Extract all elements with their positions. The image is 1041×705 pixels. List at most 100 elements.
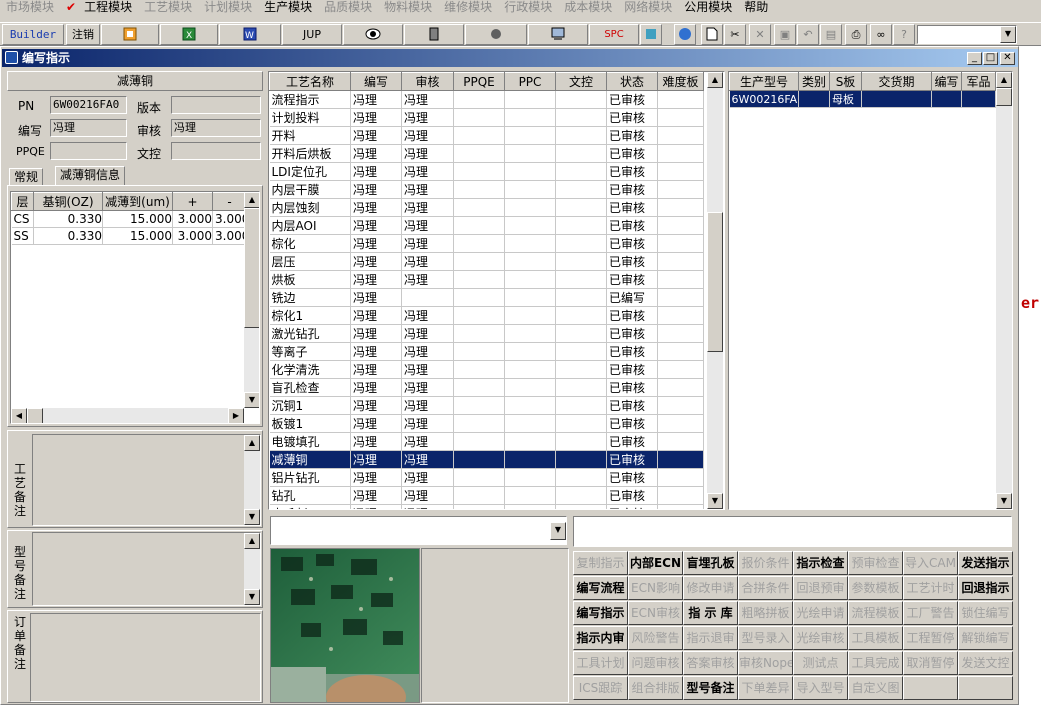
database-button[interactable] xyxy=(404,24,464,45)
table-row[interactable]: 开料 冯理 冯理 已审核 xyxy=(269,126,704,145)
excel-button[interactable]: X xyxy=(160,24,218,45)
maximize-button[interactable]: □ xyxy=(983,52,998,65)
jup-button[interactable]: JUP xyxy=(282,24,342,45)
table-row[interactable]: 棕化 冯理 冯理 已审核 xyxy=(269,234,704,253)
action-button[interactable]: 发送指示 xyxy=(958,551,1013,575)
menu-item[interactable]: 工艺模块 xyxy=(138,1,198,13)
order-remark-field[interactable] xyxy=(30,613,261,702)
menu-item[interactable]: 物料模块 xyxy=(378,1,438,13)
minimize-button[interactable]: _ xyxy=(967,52,982,65)
action-button[interactable]: 复制指示 xyxy=(573,551,628,575)
table-row[interactable]: 内层干膜 冯理 冯理 已审核 xyxy=(269,180,704,199)
table-row[interactable]: 盲孔检查 冯理 冯理 已审核 xyxy=(269,378,704,397)
action-button[interactable]: 修改申请 xyxy=(683,576,738,600)
action-button[interactable]: 工具计划 xyxy=(573,651,628,675)
scroll-down-icon[interactable]: ▼ xyxy=(996,493,1012,509)
delete-button[interactable]: ✕ xyxy=(749,24,771,45)
table-row[interactable]: 内层AOI 冯理 冯理 已审核 xyxy=(269,216,704,235)
column-header[interactable]: 交货期 xyxy=(861,72,932,91)
action-button[interactable]: ECN审核 xyxy=(628,601,683,625)
tab-thin-copper-info[interactable]: 减薄铜信息 xyxy=(55,166,126,186)
action-button[interactable]: 工程暂停 xyxy=(903,626,958,650)
action-button[interactable]: 测试点 xyxy=(793,651,848,675)
action-button[interactable]: 组合排版 xyxy=(628,676,683,700)
view-button[interactable] xyxy=(343,24,403,45)
action-button[interactable]: 内部ECN xyxy=(628,551,683,575)
column-header[interactable]: 层 xyxy=(11,192,34,211)
table-row[interactable]: 板镀1 冯理 冯理 已审核 xyxy=(269,414,704,433)
action-button[interactable]: 工厂警告 xyxy=(903,601,958,625)
column-header[interactable]: 军品 xyxy=(961,72,996,91)
version-field[interactable] xyxy=(171,96,261,114)
action-button[interactable] xyxy=(903,676,958,700)
action-button[interactable]: 指示退审 xyxy=(683,626,738,650)
action-button[interactable]: 取消暂停 xyxy=(903,651,958,675)
action-button[interactable]: 答案审核 xyxy=(683,651,738,675)
table-row[interactable]: 烘板 冯理 冯理 已审核 xyxy=(269,270,704,289)
action-button[interactable]: 盲埋孔板 xyxy=(683,551,738,575)
table-row[interactable]: 沉铜1 冯理 冯理 已审核 xyxy=(269,396,704,415)
menu-item[interactable]: 成本模块 xyxy=(558,1,618,13)
toolbar-dropdown[interactable]: ▼ xyxy=(917,25,1017,44)
action-button[interactable]: 锁住编写 xyxy=(958,601,1013,625)
action-button[interactable]: 回退预审 xyxy=(793,576,848,600)
table-row[interactable]: 减薄铜 冯理 冯理 已审核 xyxy=(269,450,704,469)
ppqe-field[interactable] xyxy=(50,142,127,160)
table-row[interactable]: 电镀填孔 冯理 冯理 已审核 xyxy=(269,432,704,451)
action-button[interactable]: 流程模板 xyxy=(848,601,903,625)
scroll-up-icon[interactable]: ▲ xyxy=(244,192,259,208)
new-button[interactable] xyxy=(701,24,723,45)
action-button[interactable]: 型号备注 xyxy=(683,676,738,700)
product-grid-scrollbar[interactable]: ▲ ▼ xyxy=(996,72,1012,509)
action-button[interactable]: 型号录入 xyxy=(738,626,793,650)
builder-button[interactable]: Builder xyxy=(2,24,64,45)
column-header[interactable]: 状态 xyxy=(606,72,658,91)
column-header[interactable]: 编写 xyxy=(931,72,962,91)
find-button[interactable]: ∞ xyxy=(870,24,892,45)
action-button[interactable]: 光绘申请 xyxy=(793,601,848,625)
tools-button[interactable] xyxy=(465,24,527,45)
doc-control-field[interactable] xyxy=(171,142,261,160)
menu-item[interactable]: 工程模块 xyxy=(78,1,138,13)
action-button[interactable]: 报价条件 xyxy=(738,551,793,575)
process-combo[interactable]: ▼ xyxy=(270,516,567,545)
menu-item[interactable]: 市场模块 xyxy=(0,1,60,13)
action-button[interactable]: ICS跟踪 xyxy=(573,676,628,700)
product-input[interactable] xyxy=(573,516,1012,547)
table-row[interactable]: 铝片钻孔 冯理 冯理 已审核 xyxy=(269,468,704,487)
word-button[interactable]: W xyxy=(219,24,281,45)
scroll-thumb[interactable] xyxy=(244,208,259,328)
scroll-thumb[interactable] xyxy=(707,212,723,352)
menu-item[interactable]: 行政模块 xyxy=(498,1,558,13)
action-button[interactable]: 光绘审核 xyxy=(793,626,848,650)
column-header[interactable]: 工艺名称 xyxy=(269,72,351,91)
column-header[interactable]: + xyxy=(172,192,213,211)
logout-button[interactable]: 注销 xyxy=(66,24,100,45)
action-button[interactable]: 解锁编写 xyxy=(958,626,1013,650)
table-row[interactable]: 激光钻孔 冯理 冯理 已审核 xyxy=(269,324,704,343)
action-button[interactable] xyxy=(958,676,1013,700)
menu-item[interactable]: 网络模块 xyxy=(618,1,678,13)
scroll-left-icon[interactable]: ◀ xyxy=(11,408,27,423)
menu-item[interactable]: 计划模块 xyxy=(198,1,258,13)
action-button[interactable]: 指示检查 xyxy=(793,551,848,575)
globe-button[interactable] xyxy=(674,24,696,45)
action-button[interactable]: 参数模板 xyxy=(848,576,903,600)
action-button[interactable]: 预审检查 xyxy=(848,551,903,575)
spc-button[interactable]: SPC xyxy=(589,24,639,45)
table-row[interactable]: 铣边 冯理 已编写 xyxy=(269,288,704,307)
powerpoint-button[interactable] xyxy=(101,24,159,45)
refresh-button[interactable] xyxy=(640,24,662,45)
process-remark-field[interactable]: ▲ ▼ xyxy=(32,434,261,526)
column-header[interactable]: 审核 xyxy=(401,72,454,91)
action-button[interactable]: 导入型号 xyxy=(793,676,848,700)
table-row[interactable]: 层压 冯理 冯理 已审核 xyxy=(269,252,704,271)
action-button[interactable]: 审核Nope xyxy=(738,651,793,675)
action-button[interactable]: 粗略拼板 xyxy=(738,601,793,625)
scroll-up-icon[interactable]: ▲ xyxy=(996,72,1012,88)
close-button[interactable]: ✕ xyxy=(1000,52,1015,65)
column-header[interactable]: 编写 xyxy=(350,72,402,91)
table-row[interactable]: 计划投料 冯理 冯理 已审核 xyxy=(269,108,704,127)
writer-field[interactable]: 冯理 xyxy=(50,119,127,137)
action-button[interactable]: 指 示 库 xyxy=(683,601,738,625)
